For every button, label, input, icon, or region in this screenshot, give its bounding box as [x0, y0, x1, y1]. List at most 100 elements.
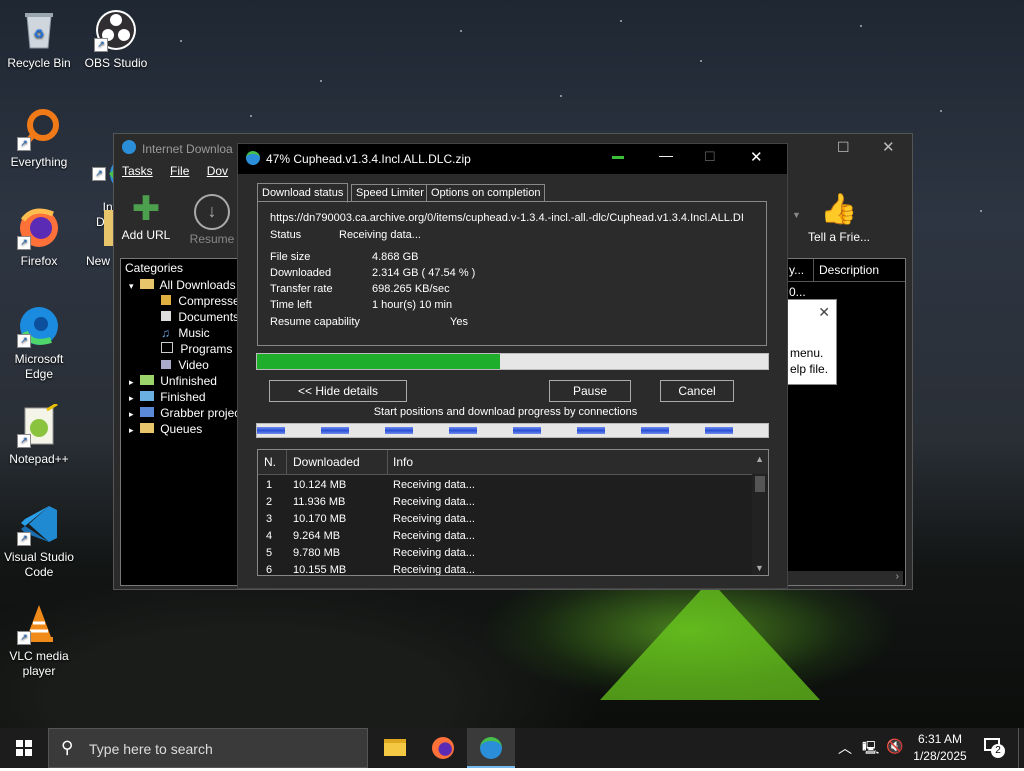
desktop-icon-vscode[interactable]: ↗ Visual Studio Code: [1, 502, 77, 580]
table-row[interactable]: 1 10.124 MB Receiving data...: [258, 477, 768, 494]
minimize-icon[interactable]: —: [659, 147, 673, 163]
taskbar-file-explorer[interactable]: [371, 728, 419, 768]
scroll-down-icon[interactable]: ▼: [755, 563, 764, 573]
show-desktop-button[interactable]: [1018, 728, 1024, 768]
notification-count-badge: 2: [991, 744, 1005, 758]
category-all-downloads[interactable]: ▾ All Downloads: [121, 277, 239, 293]
show-hidden-icons-chevron-icon[interactable]: ︿: [838, 738, 852, 758]
column-header-n[interactable]: N.: [264, 450, 276, 474]
table-row[interactable]: 4 9.264 MB Receiving data...: [258, 528, 768, 545]
category-unfinished[interactable]: ▸ Unfinished: [121, 373, 239, 389]
pause-button[interactable]: Pause: [549, 380, 631, 402]
start-button[interactable]: [0, 728, 48, 768]
expand-icon[interactable]: ▸: [129, 425, 134, 435]
category-finished[interactable]: ▸ Finished: [121, 389, 239, 405]
desktop-icon-obs-studio[interactable]: ↗ OBS Studio: [78, 8, 154, 71]
dropdown-arrow-icon[interactable]: ▼: [792, 210, 801, 220]
scroll-thumb[interactable]: [755, 476, 765, 492]
connections-progress-bar: [256, 423, 769, 438]
desktop-icon-label: New: [85, 254, 110, 268]
cancel-button[interactable]: Cancel: [660, 380, 734, 402]
tab-options-on-completion[interactable]: Options on completion: [426, 184, 546, 202]
tab-download-status[interactable]: Download status: [257, 183, 349, 203]
expand-icon[interactable]: ▸: [129, 409, 134, 419]
desktop-icon-edge[interactable]: ↗ Microsoft Edge: [1, 304, 77, 382]
tell-a-friend-button[interactable]: 👍 Tell a Frie...: [804, 190, 874, 244]
clock[interactable]: 6:31 AM 1/28/2025: [905, 731, 975, 765]
document-icon: [161, 311, 171, 321]
taskbar-firefox[interactable]: [419, 728, 467, 768]
desktop-icon-vlc[interactable]: ↗ VLC media player: [1, 601, 77, 679]
menu-downloads[interactable]: Dov: [207, 164, 228, 178]
hide-details-button[interactable]: << Hide details: [269, 380, 407, 402]
expand-icon[interactable]: ▸: [129, 377, 134, 387]
add-url-button[interactable]: ✚ Add URL: [116, 190, 176, 242]
taskbar-idm[interactable]: [467, 728, 515, 768]
connections-table[interactable]: N. Downloaded Info ▲ 1 10.124 MB Receiving…: [257, 449, 769, 576]
downloads-list-right[interactable]: y... Description 0... ✕ menu. elp file. …: [786, 258, 906, 586]
network-icon[interactable]: 🖳: [862, 739, 879, 761]
table-row[interactable]: 2 11.936 MB Receiving data...: [258, 494, 768, 511]
category-documents[interactable]: Documents: [121, 309, 239, 325]
expand-icon[interactable]: ▸: [129, 393, 134, 403]
search-box[interactable]: ⚲ Type here to search: [48, 728, 368, 768]
desktop-icon-new-folder[interactable]: New: [78, 206, 120, 269]
category-queues[interactable]: ▸ Queues: [121, 421, 239, 437]
category-label: Programs: [180, 342, 233, 356]
table-row[interactable]: 5 9.780 MB Receiving data...: [258, 545, 768, 562]
folder-icon: [139, 423, 154, 433]
dialog-title: 47% Cuphead.v1.3.4.Incl.ALL.DLC.zip: [266, 152, 471, 166]
resume-capability-label: Resume capability: [270, 316, 360, 328]
cell-info: Receiving data...: [393, 479, 475, 491]
tab-speed-limiter[interactable]: Speed Limiter: [351, 184, 429, 202]
connection-segment: [321, 427, 349, 434]
green-arrow-icon: [612, 156, 624, 159]
idm-globe-icon: [480, 737, 502, 759]
column-header[interactable]: y...: [789, 263, 804, 277]
file-size-label: File size: [270, 251, 311, 263]
menu-file[interactable]: File: [170, 164, 189, 178]
scroll-right-icon[interactable]: ›: [896, 571, 899, 582]
folder-icon: [139, 375, 154, 385]
scroll-up-icon[interactable]: ▲: [755, 454, 764, 464]
horizontal-scrollbar[interactable]: ›: [787, 571, 903, 585]
category-music[interactable]: ♫ Music: [121, 325, 239, 341]
volume-muted-icon[interactable]: 🔇: [886, 738, 903, 755]
file-size-value: 4.868 GB: [372, 251, 419, 263]
vertical-scrollbar[interactable]: ▼: [752, 474, 768, 575]
resume-button[interactable]: ↓ Resume: [182, 190, 242, 246]
close-icon[interactable]: ✕: [882, 138, 895, 156]
close-icon[interactable]: ✕: [750, 148, 763, 166]
collapse-icon[interactable]: ▾: [129, 281, 134, 291]
desktop-icon-firefox[interactable]: ↗ Firefox: [1, 206, 77, 269]
category-compressed[interactable]: Compresse: [121, 293, 240, 309]
desktop-icon-label: VLC media player: [9, 649, 69, 678]
download-progress-dialog[interactable]: 47% Cuphead.v1.3.4.Incl.ALL.DLC.zip — ☐ …: [237, 143, 788, 589]
desktop-icon-notepad-plus-plus[interactable]: ↗ Notepad++: [1, 402, 77, 467]
notification-center-button[interactable]: 2: [980, 736, 1008, 760]
close-icon[interactable]: ✕: [818, 304, 830, 321]
column-header-info[interactable]: Info: [393, 450, 413, 474]
category-label: Documents: [178, 310, 240, 324]
dialog-titlebar[interactable]: 47% Cuphead.v1.3.4.Incl.ALL.DLC.zip — ☐ …: [238, 144, 787, 174]
star: [980, 210, 982, 212]
video-icon: [161, 360, 171, 369]
clock-date: 1/28/2025: [913, 749, 967, 763]
cell-downloaded: 11.936 MB: [293, 496, 346, 508]
table-row[interactable]: 3 10.170 MB Receiving data...: [258, 511, 768, 528]
downloaded-value: 2.314 GB ( 47.54 % ): [372, 267, 476, 279]
column-header-downloaded[interactable]: Downloaded: [293, 450, 360, 474]
desktop-icon-recycle-bin[interactable]: ♻ Recycle Bin: [1, 8, 77, 71]
info-popup: ✕ menu. elp file.: [787, 299, 837, 385]
desktop-icon-everything[interactable]: ↗ Everything: [1, 107, 77, 170]
menu-tasks[interactable]: Tasks: [122, 164, 153, 178]
category-grabber-projects[interactable]: ▸ Grabber projec: [121, 405, 240, 421]
category-programs[interactable]: Programs: [121, 341, 239, 357]
table-row[interactable]: 6 10.155 MB Receiving data...: [258, 562, 768, 575]
program-window-icon: [161, 342, 173, 353]
column-header-description[interactable]: Description: [819, 263, 879, 277]
maximize-icon[interactable]: ☐: [837, 139, 850, 156]
edge-icon: ↗: [17, 304, 61, 348]
connection-segment: [641, 427, 669, 434]
category-video[interactable]: Video: [121, 357, 239, 373]
